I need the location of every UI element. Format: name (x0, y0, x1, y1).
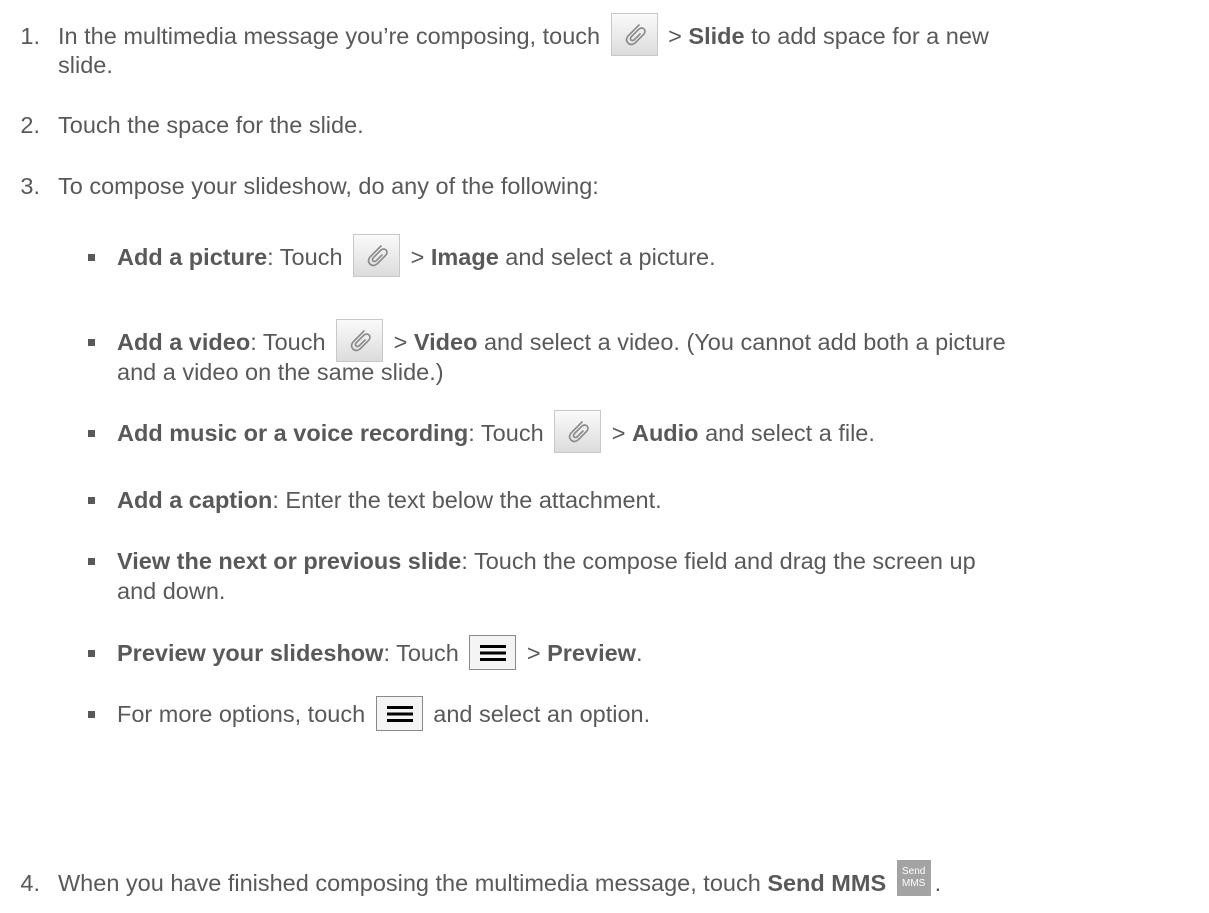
step-1-cont: slide. (58, 52, 113, 78)
menu-icon (375, 696, 423, 732)
bullet-text: For more options, touch and select an op… (117, 696, 651, 732)
bullet-text-end: and select an option. (433, 701, 651, 727)
bullet-text-end: : Enter the text below the attachment. (272, 487, 662, 513)
video-option: Video (413, 329, 478, 355)
paperclip-icon (353, 233, 401, 277)
step-text: In the multimedia message you’re composi… (58, 23, 601, 49)
bullet-cont: and a video on the same slide.) (117, 359, 444, 385)
step-text-end: . (934, 870, 942, 896)
bullet-title: Add a caption (117, 487, 273, 513)
bullet-marker (88, 546, 102, 565)
bullet-marker (88, 638, 102, 657)
bullet-text-end: . (635, 640, 643, 666)
bullet-marker (88, 418, 102, 437)
step-4-text: When you have finished composing the mul… (58, 859, 942, 898)
bullet-text: Preview your slideshow: Touch > Preview. (117, 635, 643, 671)
bullet-text-end: and select a file. (705, 420, 875, 446)
separator: > (393, 329, 408, 355)
step-text: When you have finished composing the mul… (58, 870, 761, 896)
bullet-title: Preview your slideshow (117, 640, 384, 666)
step-1-text: In the multimedia message you’re composi… (58, 12, 989, 56)
bullet-text: Add a video: Touch > Video and select a … (117, 318, 1006, 362)
bullet-text: Add music or a voice recording: Touch > … (117, 409, 875, 453)
bullet-text-end: : Touch the compose field and drag the s… (461, 548, 976, 574)
audio-option: Audio (631, 420, 699, 446)
bullet-marker (88, 327, 102, 346)
bullet-marker (88, 699, 102, 718)
step-text-end: to add space for a new (751, 23, 989, 49)
separator: > (611, 420, 626, 446)
separator: > (668, 23, 682, 49)
preview-option: Preview (547, 640, 636, 666)
bullet-text-end: and select a video. (You cannot add both… (483, 329, 1006, 355)
bullet-title: View the next or previous slide (117, 548, 462, 574)
separator: > (410, 244, 425, 270)
bullet-text: View the next or previous slide: Touch t… (117, 546, 976, 576)
step-number: 3. (20, 173, 40, 199)
bullet-text-pre: : Touch (468, 420, 544, 446)
bullet-text-pre: : Touch (267, 244, 343, 270)
send-mms-label: Send MMS (767, 870, 887, 896)
image-option: Image (430, 244, 499, 270)
bullet-cont: and down. (117, 578, 226, 604)
paperclip-icon (610, 12, 658, 56)
bullet-title: Add music or a voice recording (117, 420, 469, 446)
step-number: 4. (20, 870, 40, 896)
send-mms-icon-line-1: Send (901, 865, 926, 877)
bullet-title: Add a video (117, 329, 251, 355)
bullet-text-pre: : Touch (383, 640, 459, 666)
step-number: 2. (20, 112, 40, 138)
menu-icon (469, 635, 517, 671)
slide-option: Slide (688, 23, 745, 49)
bullet-text-end: and select a picture. (505, 244, 716, 270)
paperclip-icon (336, 318, 384, 362)
bullet-text-pre: : Touch (250, 329, 326, 355)
bullet-title: Add a picture (117, 244, 268, 270)
step-3-text: To compose your slideshow, do any of the… (58, 173, 599, 199)
send-mms-icon: Send MMS (896, 859, 931, 896)
bullet-text: Add a picture: Touch > Image and select … (117, 233, 716, 277)
bullet-text: Add a caption: Enter the text below the … (117, 485, 662, 515)
separator: > (526, 640, 541, 666)
paperclip-icon (554, 409, 602, 453)
send-mms-icon-line-2: MMS (901, 877, 926, 889)
step-2-text: Touch the space for the slide. (58, 112, 364, 138)
bullet-marker (88, 485, 102, 504)
step-number: 1. (20, 23, 40, 49)
bullet-marker (88, 242, 102, 261)
bullet-text-pre: For more options, touch (117, 701, 366, 727)
